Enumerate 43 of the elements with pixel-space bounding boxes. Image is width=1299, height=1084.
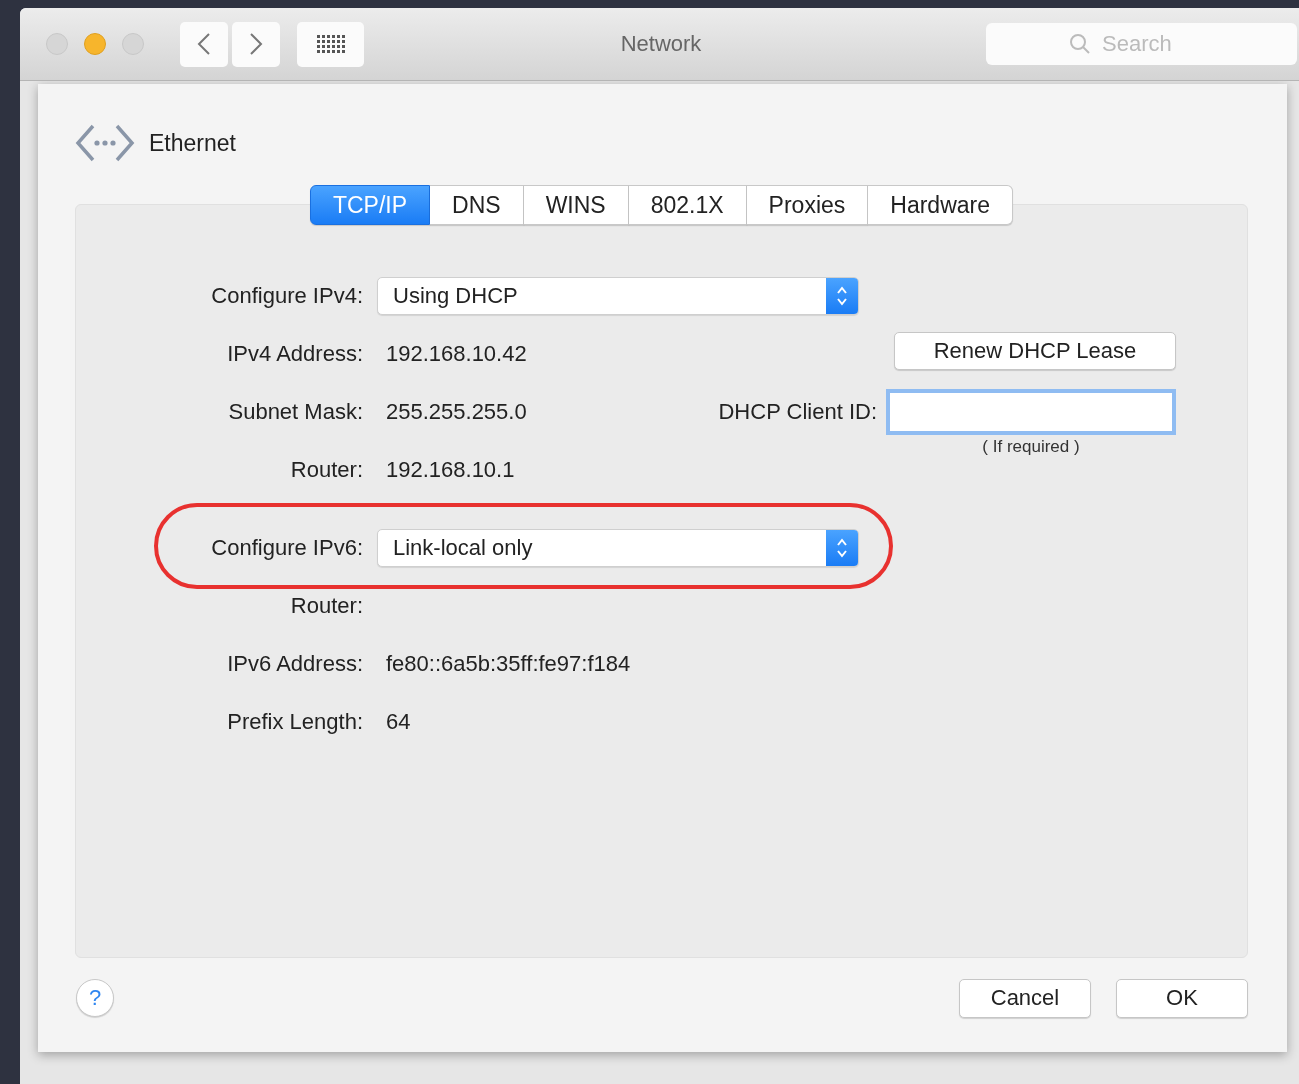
tab[interactable]: DNS	[430, 185, 524, 225]
field-value: 192.168.10.1	[386, 457, 515, 483]
tab[interactable]: Proxies	[746, 185, 869, 225]
cancel-button[interactable]: Cancel	[959, 978, 1091, 1018]
close-button[interactable]	[46, 33, 68, 55]
field-label: Configure IPv4:	[210, 283, 363, 309]
dropdown[interactable]: Using DHCP	[377, 277, 859, 315]
forward-button[interactable]	[232, 21, 280, 67]
field-label: Prefix Length:	[226, 709, 363, 735]
chevron-right-icon	[249, 32, 263, 56]
field-value: 64	[386, 709, 411, 735]
back-button[interactable]	[180, 21, 228, 67]
field-label: Router:	[289, 593, 363, 619]
field-label: IPv4 Address:	[226, 341, 363, 367]
dropdown[interactable]: Link-local only	[377, 529, 859, 567]
field-value: 192.168.10.42	[386, 341, 527, 367]
interface-title: Ethernet	[149, 129, 236, 157]
tab[interactable]: WINS	[523, 185, 629, 225]
field-label: IPv6 Address:	[226, 651, 363, 677]
stepper-icon	[826, 530, 858, 566]
search-field[interactable]: Search	[986, 23, 1297, 65]
field-label: DHCP Client ID:	[718, 399, 877, 425]
minimize-button[interactable]	[84, 33, 106, 55]
client-id-field[interactable]	[886, 389, 1176, 435]
search-icon	[1068, 32, 1092, 56]
field-value: fe80::6a5b:35ff:fe97:f184	[386, 651, 631, 677]
field-label: Router:	[289, 457, 363, 483]
ok-button[interactable]: OK	[1116, 978, 1248, 1018]
field-label: Configure IPv6:	[210, 535, 363, 561]
field-label: Subnet Mask:	[227, 399, 363, 425]
zoom-button[interactable]	[122, 33, 144, 55]
tab[interactable]: 802.1X	[628, 185, 747, 225]
chevron-left-icon	[197, 32, 211, 56]
window-title: Network	[619, 31, 703, 57]
hint-text: ( If required )	[981, 437, 1081, 457]
show-all-button[interactable]	[297, 21, 364, 67]
grid-icon	[315, 34, 346, 54]
field-value: 255.255.255.0	[386, 399, 527, 425]
tab[interactable]: Hardware	[868, 185, 1014, 225]
stepper-icon	[826, 278, 858, 314]
help-button[interactable]: ?	[76, 979, 114, 1017]
renew-button[interactable]: Renew DHCP Lease	[894, 332, 1176, 370]
ethernet-icon	[75, 123, 135, 163]
